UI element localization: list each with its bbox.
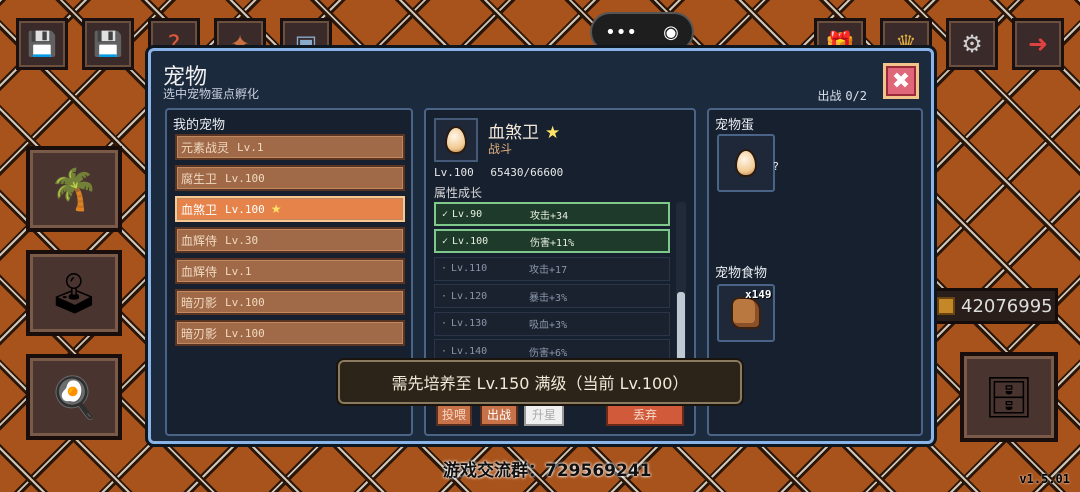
egg-slot[interactable]: ? (717, 134, 779, 192)
growth-level: Lv.100 (452, 235, 489, 247)
pet-item-name: 元素战灵 (181, 140, 230, 155)
growth-row: · Lv.110 攻击+17 (434, 256, 670, 281)
gear-icon[interactable]: ⚙ (946, 18, 998, 70)
star-icon: ★ (270, 202, 282, 216)
food-slot[interactable]: x149 (717, 284, 775, 342)
growth-row: · Lv.140 伤害+6% (434, 339, 670, 362)
island-icon[interactable]: 🌴 (26, 146, 122, 232)
pet-item-level: Lv.100 (225, 326, 265, 340)
deploy-button[interactable]: 出战 (480, 402, 518, 426)
growth-row: · Lv.130 吸血+3% (434, 311, 670, 336)
dot-icon: · (441, 290, 448, 302)
growth-level: Lv.140 (451, 345, 488, 357)
dot-icon: · (441, 263, 448, 275)
pet-item-level: Lv.100 (225, 171, 265, 185)
growth-bonus: 伤害+6% (529, 347, 568, 359)
check-icon: ✓ (442, 208, 449, 220)
deploy-label: 出战 (817, 89, 842, 103)
chest-icon[interactable]: 🗄 (960, 352, 1058, 442)
food-title: 宠物食物 (715, 266, 768, 281)
feed-button[interactable]: 投喂 (436, 402, 472, 426)
pet-list-item[interactable]: 血辉侍 Lv.30 (175, 227, 405, 253)
star-icon: ★ (545, 123, 561, 143)
toast-message: 需先培养至 Lv.150 满级（当前 Lv.100） (338, 360, 742, 404)
pet-list-item[interactable]: 暗刃影 Lv.100 (175, 289, 405, 315)
growth-title: 属性成长 (434, 186, 483, 200)
target-icon[interactable]: ◉ (663, 22, 679, 43)
pet-stats: Lv.100 65430/66600 (434, 166, 573, 179)
dot-icon: · (441, 318, 448, 330)
pet-item-level: Lv.30 (225, 233, 259, 247)
growth-bonus: 攻击+17 (529, 265, 568, 277)
scrollbar-thumb[interactable] (677, 292, 685, 362)
pet-level: Lv.100 (434, 166, 474, 179)
egg-title: 宠物蛋 (715, 118, 755, 133)
deploy-counter: 出战 0/2 (817, 87, 867, 104)
qq-group-text: 游戏交流群：729569241 (443, 461, 652, 481)
pet-item-name: 暗刃影 (181, 326, 218, 341)
growth-row: · Lv.120 暴击+3% (434, 284, 670, 309)
growth-row: ✓ Lv.100 伤害+11% (434, 229, 670, 254)
egg-unknown-label: ? (773, 160, 779, 173)
pet-list-item[interactable]: 腐生卫 Lv.100 (175, 165, 405, 191)
pet-type: 战斗 (488, 142, 513, 156)
coin-value: 42076995 (961, 295, 1053, 317)
pet-item-name: 血辉侍 (181, 233, 218, 248)
upgrade-button[interactable]: 升星 (524, 402, 564, 426)
dot-icon: · (441, 345, 448, 357)
growth-row: ✓ Lv.90 攻击+34 (434, 202, 670, 226)
pet-item-level: Lv.1 (237, 140, 264, 154)
pet-item-name: 暗刃影 (181, 295, 218, 310)
pet-item-level: Lv.100 (225, 202, 265, 216)
pet-exp: 65430/66600 (490, 166, 564, 179)
pet-egg-icon (735, 149, 757, 177)
pan-icon[interactable]: 🍳 (26, 354, 122, 440)
joystick-icon[interactable]: 🕹 (26, 250, 122, 336)
coin-icon (937, 297, 955, 315)
close-button[interactable]: ✖ (883, 63, 919, 99)
growth-bonus: 攻击+34 (530, 210, 569, 222)
growth-bonus: 暴击+3% (529, 292, 568, 304)
close-icon: ✖ (891, 68, 911, 94)
growth-bonus: 吸血+3% (529, 320, 568, 332)
menu-dots-icon[interactable]: ••• (605, 22, 637, 43)
pet-item-level: Lv.1 (225, 264, 252, 278)
growth-list[interactable]: ✓ Lv.90 攻击+34 ✓ Lv.100 伤害+11% · Lv.110 攻击+17 · Lv.… (434, 202, 672, 362)
pet-item-name: 腐生卫 (181, 171, 218, 186)
version-text: v1.5.01 (1019, 472, 1070, 486)
pet-item-name: 血煞卫 (181, 202, 218, 217)
load-disk-icon[interactable]: 💾 (82, 18, 134, 70)
pet-list-item[interactable]: 血煞卫 Lv.100 ★ (175, 196, 405, 222)
coin-counter: 42076995 (928, 288, 1058, 324)
deploy-count: 0/2 (845, 89, 867, 103)
egg-icon (445, 126, 467, 154)
discard-button[interactable]: 丢弃 (606, 402, 684, 426)
pet-list-item[interactable]: 元素战灵 Lv.1 (175, 134, 405, 160)
food-count: x149 (745, 288, 772, 301)
meat-icon (731, 297, 761, 329)
mini-program-capsule[interactable]: ••• ◉ (590, 12, 694, 52)
pet-avatar (434, 118, 478, 162)
pet-list-item[interactable]: 血辉侍 Lv.1 (175, 258, 405, 284)
exit-icon[interactable]: ➜ (1012, 18, 1064, 70)
growth-level: Lv.90 (452, 208, 483, 220)
growth-level: Lv.130 (451, 318, 488, 330)
my-pets-title: 我的宠物 (173, 118, 226, 133)
check-icon: ✓ (442, 235, 449, 247)
pet-item-level: Lv.100 (225, 295, 265, 309)
pet-item-name: 血辉侍 (181, 264, 218, 279)
growth-level: Lv.120 (451, 290, 488, 302)
save-disk-icon[interactable]: 💾 (16, 18, 68, 70)
growth-bonus: 伤害+11% (530, 237, 575, 249)
modal-subtitle: 选中宠物蛋点孵化 (163, 87, 260, 101)
growth-level: Lv.110 (451, 263, 488, 275)
pet-list-item[interactable]: 暗刃影 Lv.100 (175, 320, 405, 346)
